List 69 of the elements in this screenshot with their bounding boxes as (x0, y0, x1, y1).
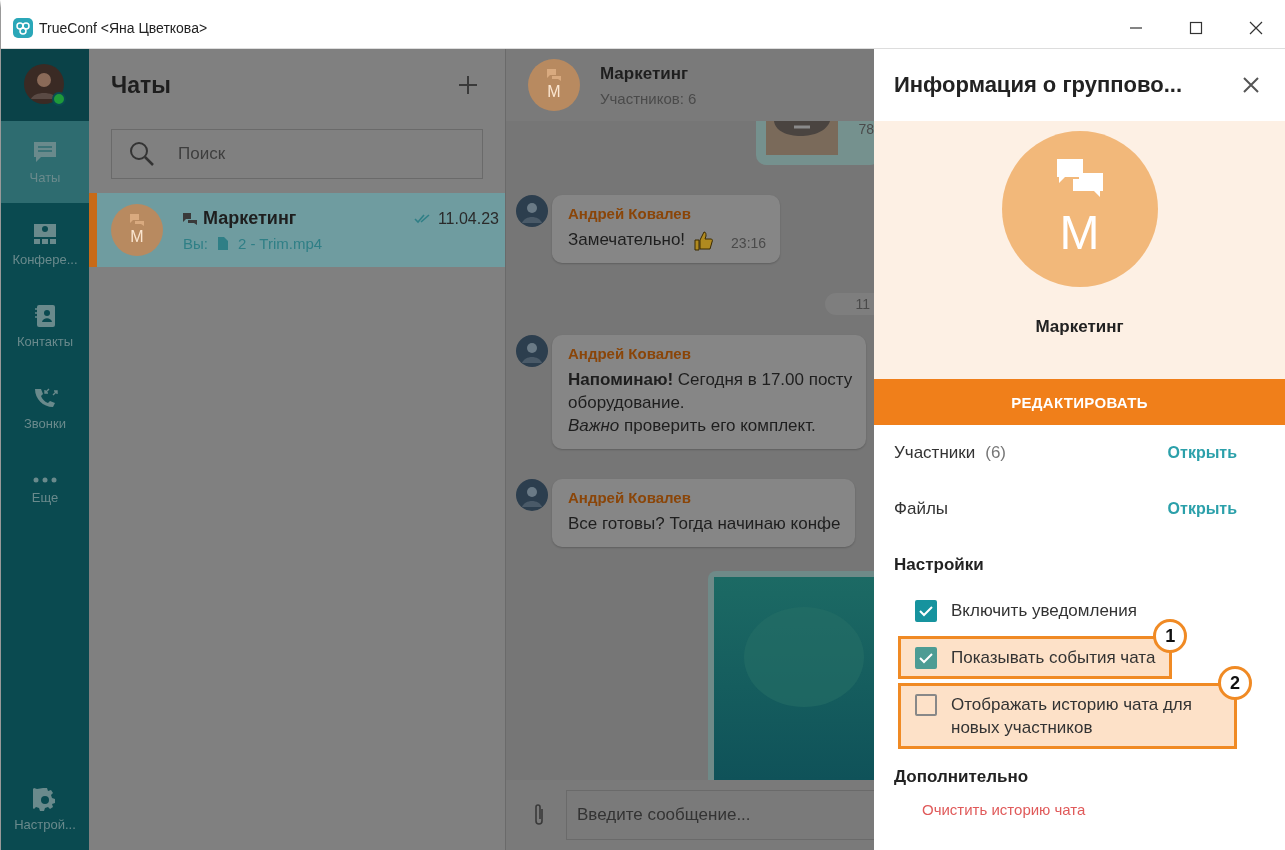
sender-name: Андрей Ковалев (568, 489, 692, 506)
chat-list-item[interactable]: M Маркетинг 11.04.23 Вы: 2 - Trim.mp4 (89, 193, 505, 267)
checkbox[interactable] (915, 647, 937, 669)
sender-avatar (516, 195, 548, 227)
member-count: (6) (985, 443, 1006, 463)
media-message[interactable]: 78 (756, 121, 874, 165)
clear-history-link[interactable]: Очистить историю чата (922, 801, 1237, 818)
open-link[interactable]: Открыть (1167, 444, 1237, 462)
close-icon[interactable] (1243, 77, 1259, 93)
attach-icon[interactable] (532, 803, 546, 827)
open-link[interactable]: Открыть (1167, 500, 1237, 518)
checkbox[interactable] (915, 600, 937, 622)
message-time: 78 (858, 121, 874, 137)
message-text: Замечательно! (568, 229, 686, 251)
group-chat-icon (183, 212, 197, 225)
chat-date: 11.04.23 (437, 209, 499, 228)
callout-number: 2 (1218, 666, 1252, 700)
search-icon (129, 141, 155, 167)
chat-title: Маркетинг (600, 63, 690, 84)
app-logo-icon (13, 18, 33, 38)
settings-nav-item[interactable]: Настрой... (1, 768, 89, 850)
message-text: оборудование. (568, 392, 686, 414)
message-text: Все готовы? Тогда начинаю конфе (568, 513, 841, 535)
sender-name: Андрей Ковалев (568, 205, 692, 222)
nav-item[interactable]: Контакты (1, 285, 89, 367)
nav-item[interactable]: Звонки (1, 367, 89, 449)
checkmark-icon (918, 652, 934, 664)
group-avatar: M (111, 204, 163, 256)
chat-icon (32, 139, 58, 164)
user-avatar[interactable] (23, 63, 67, 107)
additional-heading: Дополнительно (894, 767, 1030, 787)
section-label: Файлы (894, 499, 948, 519)
checkbox-label: Показывать события чата (951, 647, 1156, 669)
chats-title: Чаты (111, 71, 171, 99)
settings-heading: Настройки (894, 555, 985, 575)
nav-item[interactable]: Чаты (1, 121, 89, 203)
checkbox-label: Отображать историю чата для новых участников (951, 694, 1193, 739)
section-label: Участники (894, 443, 976, 463)
more-icon (32, 475, 58, 484)
window-title: TrueConf <Яна Цветкова> (39, 20, 208, 36)
preview-sender: Вы: (183, 235, 208, 252)
sender-name: Андрей Ковалев (568, 345, 692, 362)
settings-icon (33, 786, 57, 811)
maximize-icon[interactable] (1189, 21, 1203, 35)
checkmark-icon (918, 605, 934, 617)
group-avatar: M (528, 59, 580, 111)
contact-book-icon (32, 303, 58, 328)
chat-name: Маркетинг (203, 208, 297, 229)
group-avatar: M (1001, 131, 1158, 287)
message-text: Важно проверить его комплект. (568, 415, 817, 437)
sender-avatar (516, 335, 548, 367)
edit-button[interactable]: РЕДАКТИРОВАТЬ (874, 379, 1285, 425)
search-field[interactable]: Поиск (111, 129, 483, 179)
group-name: Маркетинг (1035, 317, 1124, 337)
nav-item[interactable]: Еще (1, 449, 89, 531)
message-text: Напоминаю! Сегодня в 17.00 посту (568, 369, 853, 391)
sender-avatar (516, 479, 548, 511)
checkbox[interactable] (915, 694, 937, 716)
callout-number: 1 (1153, 619, 1188, 653)
panel-title: Информация о группово... (894, 72, 1182, 98)
message-input[interactable]: Введите сообщение... (566, 790, 874, 840)
close-icon[interactable] (1249, 21, 1263, 35)
checkbox-label: Включить уведомления (951, 600, 1137, 622)
preview-file-name: 2 - Trim.mp4 (237, 235, 323, 252)
nav-item[interactable]: Конфере... (1, 203, 89, 285)
file-icon (217, 237, 228, 250)
conference-icon (32, 221, 58, 246)
add-icon[interactable] (459, 76, 477, 94)
message-time: 23:16 (731, 235, 767, 251)
